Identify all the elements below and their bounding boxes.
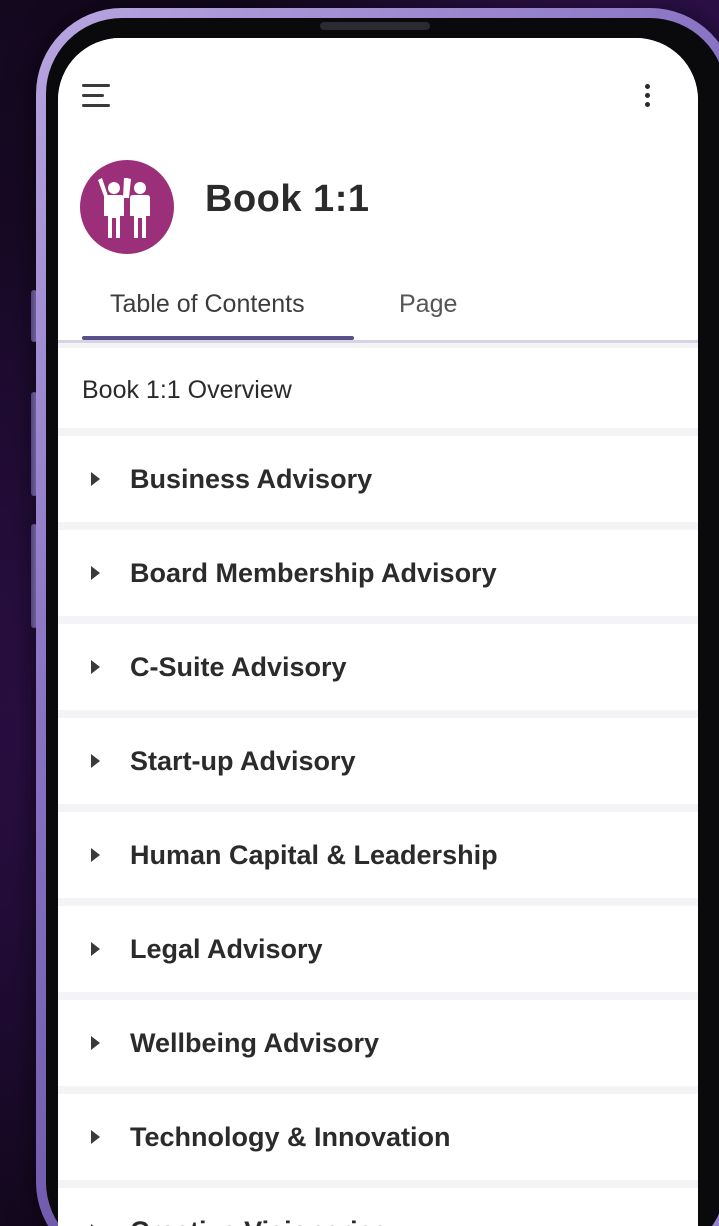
toc-item-label: Business Advisory bbox=[130, 464, 373, 494]
expand-arrow-icon bbox=[91, 754, 100, 768]
app-screen: Book 1:1 Table of Contents Page Book 1:1… bbox=[58, 38, 698, 1226]
high-five-people-icon bbox=[98, 178, 150, 238]
toc-item-business-advisory[interactable]: Business Advisory bbox=[58, 436, 698, 522]
toc-item-wellbeing-advisory[interactable]: Wellbeing Advisory bbox=[58, 1000, 698, 1086]
overview-label: Book 1:1 Overview bbox=[82, 376, 292, 404]
toc-item-label: Board Membership Advisory bbox=[130, 558, 497, 588]
expand-arrow-icon bbox=[91, 660, 100, 674]
expand-arrow-icon bbox=[91, 472, 100, 486]
toc-item-creative-visionaries[interactable]: Creative Visionaries bbox=[58, 1188, 698, 1226]
toc-item-legal-advisory[interactable]: Legal Advisory bbox=[58, 906, 698, 992]
header-divider bbox=[58, 340, 698, 343]
expand-arrow-icon bbox=[91, 1036, 100, 1050]
page-title: Book 1:1 bbox=[205, 178, 370, 220]
toc-item-start-up-advisory[interactable]: Start-up Advisory bbox=[58, 718, 698, 804]
hamburger-menu-icon[interactable] bbox=[82, 82, 112, 110]
toc-item-board-membership-advisory[interactable]: Board Membership Advisory bbox=[58, 530, 698, 616]
overview-item[interactable]: Book 1:1 Overview bbox=[58, 348, 698, 428]
expand-arrow-icon bbox=[91, 1130, 100, 1144]
toc-item-label: Human Capital & Leadership bbox=[130, 840, 498, 870]
toc-item-label: Legal Advisory bbox=[130, 934, 323, 964]
expand-arrow-icon bbox=[91, 566, 100, 580]
toc-item-c-suite-advisory[interactable]: C-Suite Advisory bbox=[58, 624, 698, 710]
toc-item-technology-innovation[interactable]: Technology & Innovation bbox=[58, 1094, 698, 1180]
phone-speaker bbox=[320, 22, 430, 30]
tab-table-of-contents[interactable]: Table of Contents bbox=[110, 290, 305, 319]
avatar bbox=[80, 160, 174, 254]
toc-item-label: Start-up Advisory bbox=[130, 746, 356, 776]
toc-item-label: Technology & Innovation bbox=[130, 1122, 451, 1152]
toc-item-label: Creative Visionaries bbox=[130, 1216, 388, 1226]
toc-item-human-capital-leadership[interactable]: Human Capital & Leadership bbox=[58, 812, 698, 898]
vertical-dots-icon[interactable] bbox=[636, 78, 660, 114]
expand-arrow-icon bbox=[91, 848, 100, 862]
tab-page[interactable]: Page bbox=[399, 290, 457, 319]
toc-item-label: Wellbeing Advisory bbox=[130, 1028, 380, 1058]
toc-item-label: C-Suite Advisory bbox=[130, 652, 347, 682]
app-header: Book 1:1 Table of Contents Page bbox=[58, 38, 698, 343]
expand-arrow-icon bbox=[91, 942, 100, 956]
